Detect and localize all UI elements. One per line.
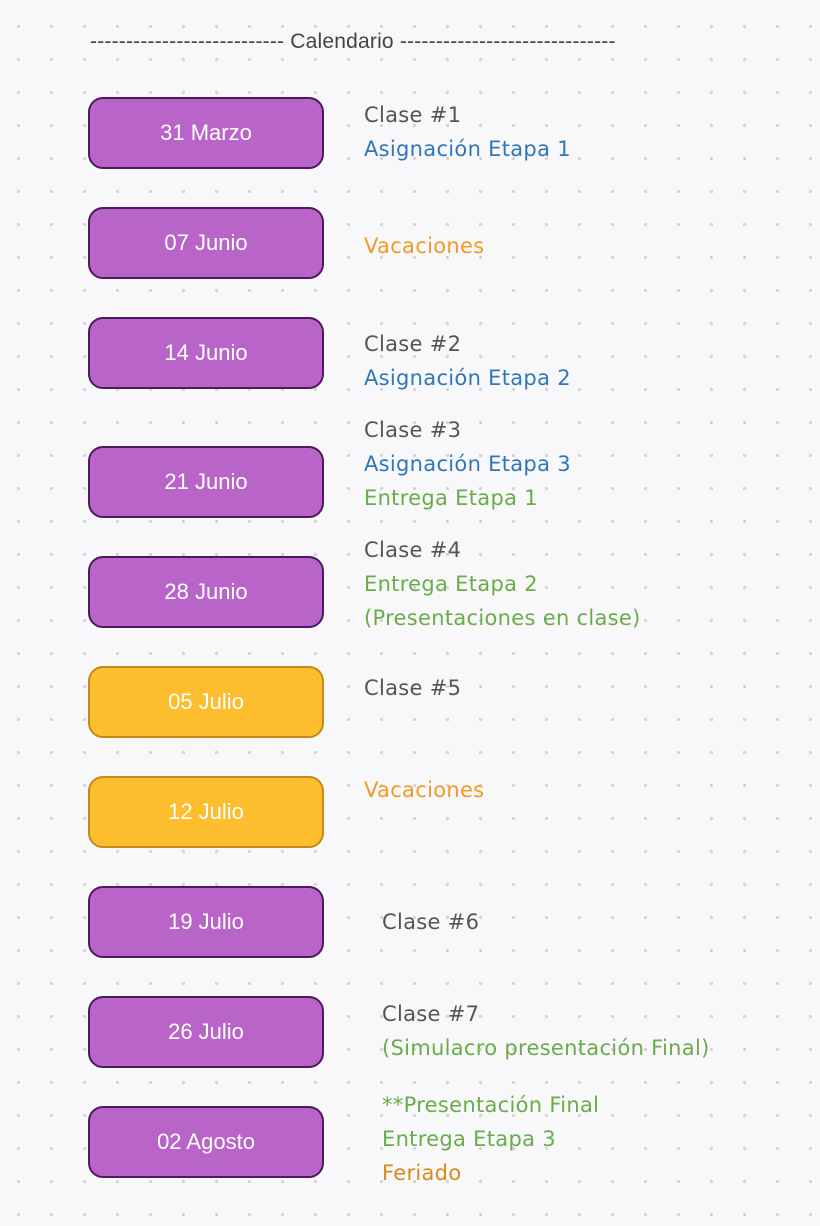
entry-notes: Clase #2 Asignación Etapa 2 (364, 327, 571, 395)
date-label: 05 Julio (168, 689, 244, 714)
date-box-19-julio: 19 Julio (88, 886, 324, 958)
simulacro-note: (Simulacro presentación Final) (382, 1036, 710, 1060)
asignacion-label: Asignación Etapa 1 (364, 137, 571, 161)
entrega-label: Entrega Etapa 2 (364, 572, 538, 596)
feriado-label: Feriado (382, 1161, 462, 1185)
asignacion-label: Asignación Etapa 3 (364, 452, 571, 476)
entry-notes: **Presentación Final Entrega Etapa 3 Fer… (382, 1088, 599, 1190)
entry-notes: Clase #4 Entrega Etapa 2 (Presentaciones… (364, 533, 641, 635)
entry-notes: Clase #7 (Simulacro presentación Final) (382, 997, 710, 1065)
date-box-05-julio: 05 Julio (88, 666, 324, 738)
entry-notes: Clase #3 Asignación Etapa 3 Entrega Etap… (364, 413, 571, 515)
presentaciones-note: (Presentaciones en clase) (364, 606, 641, 630)
asignacion-label: Asignación Etapa 2 (364, 366, 571, 390)
entry-notes: Clase #1 Asignación Etapa 1 (364, 98, 571, 166)
entry-notes: Vacaciones (364, 773, 484, 807)
clase-label: Clase #7 (382, 1002, 480, 1026)
vacaciones-label: Vacaciones (364, 234, 485, 258)
clase-label: Clase #2 (364, 332, 462, 356)
date-label: 26 Julio (168, 1019, 244, 1044)
entry-notes: Vacaciones (364, 229, 484, 263)
date-box-02-agosto: 02 Agosto (88, 1106, 324, 1178)
entry-notes: Clase #6 (382, 905, 479, 939)
date-label: 02 Agosto (157, 1129, 255, 1154)
date-box-31-marzo: 31 Marzo (88, 97, 324, 169)
date-label: 31 Marzo (160, 120, 252, 145)
date-label: 12 Julio (168, 799, 244, 824)
date-box-21-junio: 21 Junio (88, 446, 324, 518)
date-label: 19 Julio (168, 909, 244, 934)
vacaciones-label: Vacaciones (364, 778, 485, 802)
clase-label: Clase #1 (364, 103, 462, 127)
clase-label: Clase #6 (382, 910, 480, 934)
calendar-title: --------------------------- Calendario -… (90, 30, 616, 53)
date-box-07-junio: 07 Junio (88, 207, 324, 279)
date-label: 14 Junio (164, 340, 248, 365)
date-label: 28 Junio (164, 579, 248, 604)
date-label: 07 Junio (164, 230, 248, 255)
entrega-label: Entrega Etapa 3 (382, 1127, 556, 1151)
date-box-12-julio: 12 Julio (88, 776, 324, 848)
clase-label: Clase #4 (364, 538, 462, 562)
entrega-label: Entrega Etapa 1 (364, 486, 538, 510)
entry-notes: Clase #5 (364, 671, 461, 705)
date-box-26-julio: 26 Julio (88, 996, 324, 1068)
clase-label: Clase #3 (364, 418, 462, 442)
date-box-14-junio: 14 Junio (88, 317, 324, 389)
presentacion-final-label: **Presentación Final (382, 1093, 600, 1117)
clase-label: Clase #5 (364, 676, 462, 700)
date-label: 21 Junio (164, 469, 248, 494)
date-box-28-junio: 28 Junio (88, 556, 324, 628)
